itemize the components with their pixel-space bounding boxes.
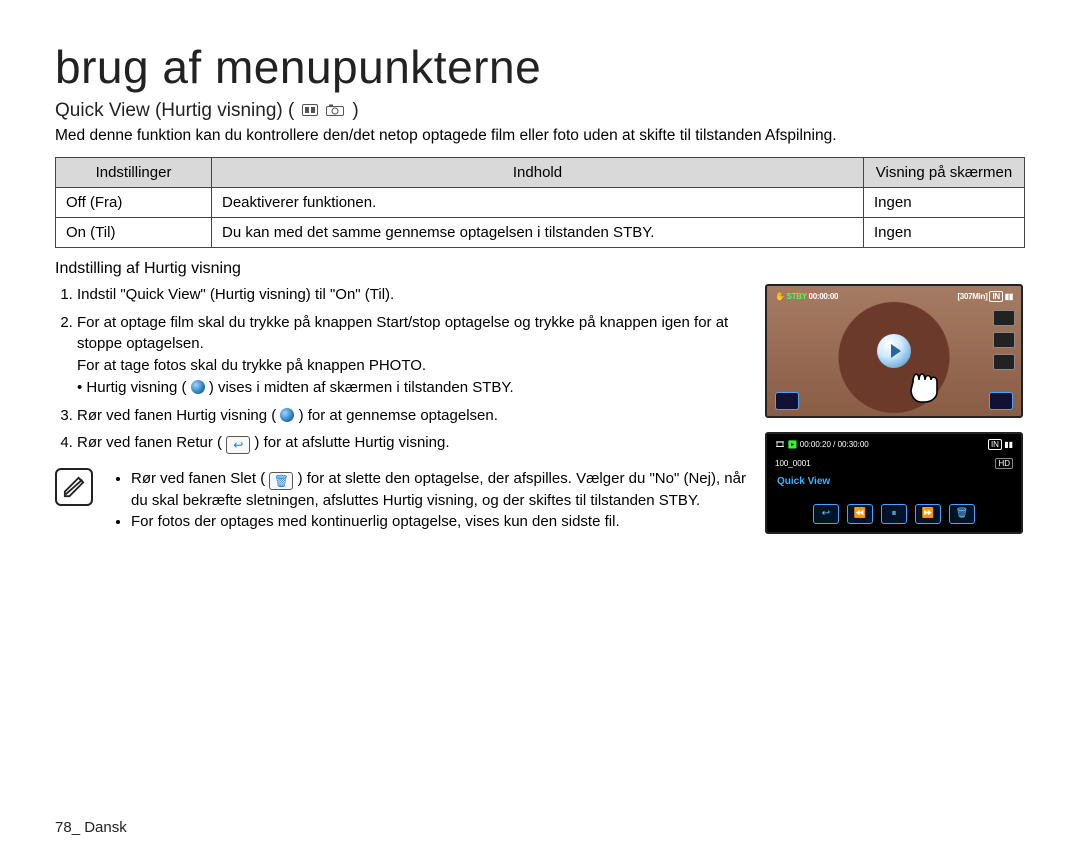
cell: Du kan med det samme gennemse optagelsen… — [212, 217, 864, 247]
clip-name: 100_0001 — [775, 459, 811, 468]
settings-table: Indstillinger Indhold Visning på skærmen… — [55, 157, 1025, 248]
remain-time: [307Min] — [957, 292, 987, 301]
playback-clock: 00:00:20 / 00:30:00 — [800, 440, 869, 449]
step-3: Rør ved fanen Hurtig visning ( ) for at … — [77, 405, 747, 427]
step-2-line1: For at optage film skal du trykke på kna… — [77, 312, 747, 356]
step-2-line3: • Hurtig visning ( ) vises i midten af s… — [77, 377, 747, 399]
step-1: Indstil "Quick View" (Hurtig visning) ti… — [77, 284, 747, 306]
stby-label: STBY — [787, 292, 807, 301]
table-row: Off (Fra) Deaktiverer funktionen. Ingen — [56, 187, 1025, 217]
subtitle-text: Quick View (Hurtig visning) ( — [55, 100, 294, 122]
note-icon — [55, 468, 93, 506]
step-4-pre: Rør ved fanen Retur ( — [77, 434, 222, 451]
cell: On (Til) — [56, 217, 212, 247]
note-1: Rør ved fanen Slet ( 🗑 ) for at slette d… — [131, 468, 747, 511]
camera-icon — [326, 103, 344, 121]
osd-pill-icon — [993, 332, 1015, 348]
film-osd-icon: 🎞 — [775, 440, 785, 449]
step-3-pre: Rør ved fanen Hurtig visning ( — [77, 407, 276, 424]
step-4: Rør ved fanen Retur ( ↩ ) for at afslutt… — [77, 432, 747, 454]
step-2-bullet-post: ) vises i midten af skærmen i tilstanden… — [209, 379, 514, 396]
note-block: Rør ved fanen Slet ( 🗑 ) for at slette d… — [55, 468, 747, 532]
step-4-post: ) for at afslutte Hurtig visning. — [254, 434, 449, 451]
section-subtitle: Quick View (Hurtig visning) ( ) — [55, 100, 1025, 122]
note-1-pre: Rør ved fanen Slet ( — [131, 470, 265, 487]
pause-button[interactable]: ⏸ — [881, 504, 907, 524]
osd-pill-icon — [993, 354, 1015, 370]
table-row: On (Til) Du kan med det samme gennemse o… — [56, 217, 1025, 247]
return-icon: ↩ — [226, 436, 250, 454]
quickview-dot-icon — [280, 408, 294, 422]
steps-list: Indstil "Quick View" (Hurtig visning) ti… — [77, 284, 747, 455]
battery-icon: ▮▮ — [1005, 292, 1013, 301]
page-number: 78 — [55, 819, 72, 836]
menu-tab-icon[interactable] — [989, 392, 1013, 410]
play-indicator-icon: ▶ — [787, 440, 797, 449]
hand-osd-icon: ✋ — [775, 292, 785, 301]
page-footer: 78_ Dansk — [55, 819, 127, 836]
cell: Deaktiverer funktionen. — [212, 187, 864, 217]
return-button[interactable]: ↩ — [813, 504, 839, 524]
quickview-label: Quick View — [777, 476, 830, 487]
note-2: For fotos der optages med kontinuerlig o… — [131, 511, 747, 532]
page-language: Dansk — [84, 819, 127, 836]
step-3-post: ) for at gennemse optagelsen. — [299, 407, 498, 424]
osd-side-icons — [993, 310, 1015, 370]
forward-button[interactable]: ⏩ — [915, 504, 941, 524]
page-title: brug af menupunkterne — [55, 40, 1025, 94]
transport-bar: ↩ ⏪ ⏸ ⏩ 🗑 — [767, 504, 1021, 524]
hd-badge-icon: HD — [995, 458, 1013, 469]
step-2-line2: For at tage fotos skal du trykke på knap… — [77, 355, 747, 377]
storage-in-icon: IN — [989, 291, 1002, 302]
subtitle-close: ) — [352, 100, 358, 122]
rewind-button[interactable]: ⏪ — [847, 504, 873, 524]
cell: Ingen — [864, 217, 1025, 247]
note-1-post: ) for at slette den optagelse, der afspi… — [298, 470, 572, 487]
step-2: For at optage film skal du trykke på kna… — [77, 312, 747, 399]
trash-icon: 🗑 — [269, 472, 293, 490]
figures-column: ✋ STBY 00:00:00 [307Min] IN ▮▮ — [765, 284, 1025, 548]
cell: Ingen — [864, 187, 1025, 217]
storage-in-icon: IN — [988, 439, 1002, 450]
delete-button[interactable]: 🗑 — [949, 504, 975, 524]
osd-pill-icon — [993, 310, 1015, 326]
table-header-settings: Indstillinger — [56, 157, 212, 187]
step-2-bullet-pre: Hurtig visning ( — [86, 379, 186, 396]
table-header-display: Visning på skærmen — [864, 157, 1025, 187]
table-header-content: Indhold — [212, 157, 864, 187]
cell: Off (Fra) — [56, 187, 212, 217]
film-icon — [302, 103, 318, 121]
lcd-preview-stby: ✋ STBY 00:00:00 [307Min] IN ▮▮ — [765, 284, 1023, 418]
quickview-dot-icon — [191, 380, 205, 394]
note-list: Rør ved fanen Slet ( 🗑 ) for at slette d… — [115, 468, 747, 532]
intro-text: Med denne funktion kan du kontrollere de… — [55, 126, 1025, 147]
lcd-quickview-playback: 🎞 ▶ 00:00:20 / 00:30:00 IN ▮▮ 100_0001 H… — [765, 432, 1023, 534]
playback-tab-icon[interactable] — [775, 392, 799, 410]
battery-icon: ▮▮ — [1004, 440, 1013, 449]
rec-time: 00:00:00 — [809, 292, 839, 301]
steps-heading: Indstilling af Hurtig visning — [55, 260, 1025, 278]
osd-top-row: ✋ STBY 00:00:00 [307Min] IN ▮▮ — [767, 292, 1021, 301]
page: brug af menupunkterne Quick View (Hurtig… — [0, 0, 1080, 866]
